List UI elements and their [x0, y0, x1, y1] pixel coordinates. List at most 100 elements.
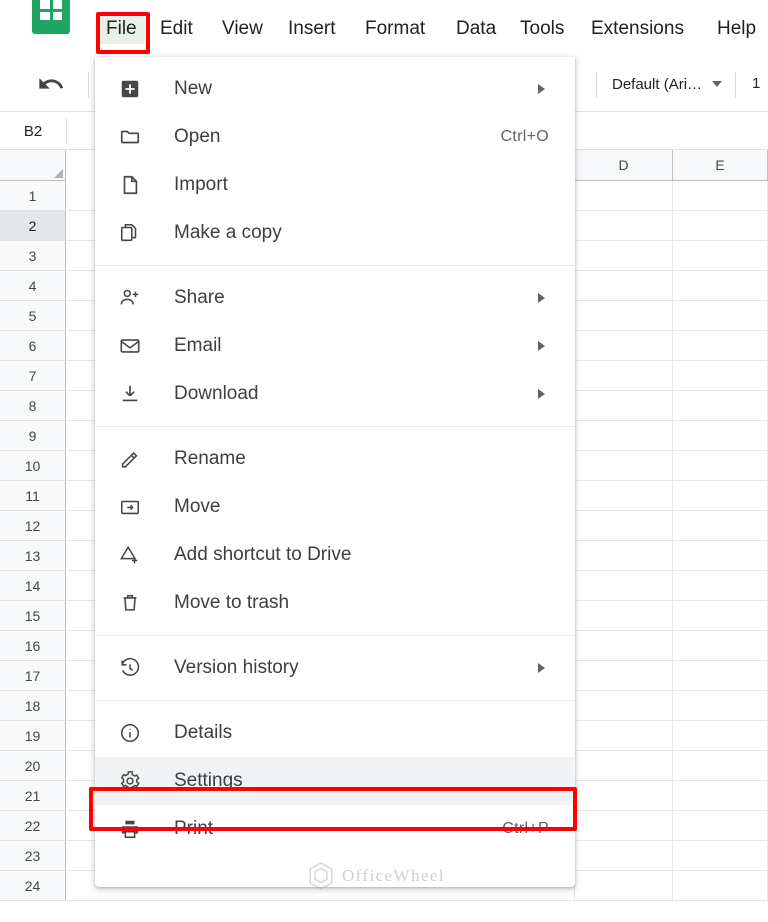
grid-cell[interactable]	[673, 541, 768, 571]
file-menu-item-open[interactable]: Open Ctrl+O	[95, 113, 575, 161]
grid-cell[interactable]	[673, 361, 768, 391]
select-all-corner[interactable]	[0, 150, 66, 181]
undo-icon[interactable]	[34, 70, 68, 98]
grid-cell[interactable]	[673, 511, 768, 541]
grid-cell[interactable]	[673, 631, 768, 661]
grid-cell[interactable]	[575, 361, 673, 391]
menu-view[interactable]: View	[214, 14, 271, 44]
grid-cell[interactable]	[575, 421, 673, 451]
grid-cell[interactable]	[575, 721, 673, 751]
row-header-19[interactable]: 19	[0, 721, 66, 751]
row-header-17[interactable]: 17	[0, 661, 66, 691]
grid-cell[interactable]	[575, 181, 673, 211]
menu-help[interactable]: Help	[709, 14, 764, 44]
grid-cell[interactable]	[673, 871, 768, 901]
column-header-E[interactable]: E	[673, 150, 768, 181]
grid-cell[interactable]	[575, 571, 673, 601]
file-menu-item-add-shortcut-to-drive[interactable]: Add shortcut to Drive	[95, 531, 575, 579]
grid-cell[interactable]	[673, 391, 768, 421]
grid-cell[interactable]	[575, 841, 673, 871]
row-header-12[interactable]: 12	[0, 511, 66, 541]
menu-extensions[interactable]: Extensions	[583, 14, 692, 44]
grid-cell[interactable]	[575, 691, 673, 721]
grid-cell[interactable]	[575, 511, 673, 541]
grid-cell[interactable]	[673, 181, 768, 211]
file-menu-item-version-history[interactable]: Version history	[95, 644, 575, 692]
row-header-9[interactable]: 9	[0, 421, 66, 451]
grid-cell[interactable]	[575, 481, 673, 511]
grid-cell[interactable]	[575, 331, 673, 361]
row-header-11[interactable]: 11	[0, 481, 66, 511]
row-header-2[interactable]: 2	[0, 211, 66, 241]
column-header-D[interactable]: D	[575, 150, 673, 181]
row-header-10[interactable]: 10	[0, 451, 66, 481]
file-menu-item-download[interactable]: Download	[95, 370, 575, 418]
menu-tools[interactable]: Tools	[512, 14, 572, 44]
file-menu-item-make-a-copy[interactable]: Make a copy	[95, 209, 575, 257]
grid-cell[interactable]	[575, 631, 673, 661]
grid-cell[interactable]	[673, 751, 768, 781]
grid-cell[interactable]	[673, 841, 768, 871]
menu-format[interactable]: Format	[357, 14, 433, 44]
grid-cell[interactable]	[673, 301, 768, 331]
grid-cell[interactable]	[575, 661, 673, 691]
font-family-selector[interactable]: Default (Ari…	[612, 70, 723, 98]
grid-cell[interactable]	[673, 601, 768, 631]
row-header-16[interactable]: 16	[0, 631, 66, 661]
row-header-23[interactable]: 23	[0, 841, 66, 871]
row-header-22[interactable]: 22	[0, 811, 66, 841]
grid-cell[interactable]	[673, 691, 768, 721]
grid-cell[interactable]	[575, 391, 673, 421]
font-size-input[interactable]: 1	[752, 70, 760, 98]
file-menu-item-details[interactable]: Details	[95, 709, 575, 757]
file-menu-item-new[interactable]: New	[95, 65, 575, 113]
row-header-8[interactable]: 8	[0, 391, 66, 421]
grid-cell[interactable]	[575, 301, 673, 331]
grid-cell[interactable]	[673, 661, 768, 691]
row-header-5[interactable]: 5	[0, 301, 66, 331]
sheets-logo-icon[interactable]	[32, 0, 70, 34]
file-menu-item-print[interactable]: Print Ctrl+P	[95, 805, 575, 853]
grid-cell[interactable]	[673, 451, 768, 481]
grid-cell[interactable]	[575, 541, 673, 571]
grid-cell[interactable]	[673, 721, 768, 751]
row-header-6[interactable]: 6	[0, 331, 66, 361]
grid-cell[interactable]	[673, 481, 768, 511]
grid-cell[interactable]	[575, 601, 673, 631]
grid-cell[interactable]	[673, 781, 768, 811]
row-header-14[interactable]: 14	[0, 571, 66, 601]
grid-cell[interactable]	[575, 271, 673, 301]
file-menu-item-settings[interactable]: Settings	[95, 757, 575, 805]
row-header-20[interactable]: 20	[0, 751, 66, 781]
grid-cell[interactable]	[575, 811, 673, 841]
row-header-21[interactable]: 21	[0, 781, 66, 811]
row-header-13[interactable]: 13	[0, 541, 66, 571]
grid-cell[interactable]	[575, 781, 673, 811]
grid-cell[interactable]	[673, 811, 768, 841]
menu-insert[interactable]: Insert	[280, 14, 344, 44]
grid-cell[interactable]	[673, 421, 768, 451]
file-menu-item-move-to-trash[interactable]: Move to trash	[95, 579, 575, 627]
menu-edit[interactable]: Edit	[152, 14, 201, 44]
file-menu-item-email[interactable]: Email	[95, 322, 575, 370]
file-menu-item-import[interactable]: Import	[95, 161, 575, 209]
grid-cell[interactable]	[575, 451, 673, 481]
grid-cell[interactable]	[575, 241, 673, 271]
file-menu-item-rename[interactable]: Rename	[95, 435, 575, 483]
row-header-4[interactable]: 4	[0, 271, 66, 301]
row-header-24[interactable]: 24	[0, 871, 66, 901]
grid-cell[interactable]	[673, 211, 768, 241]
row-header-1[interactable]: 1	[0, 181, 66, 211]
grid-cell[interactable]	[575, 871, 673, 901]
grid-cell[interactable]	[575, 751, 673, 781]
file-menu-item-move[interactable]: Move	[95, 483, 575, 531]
grid-cell[interactable]	[673, 271, 768, 301]
grid-cell[interactable]	[575, 211, 673, 241]
file-menu-popup[interactable]: New Open Ctrl+O Import Make a copy Share Email…	[95, 57, 575, 887]
grid-cell[interactable]	[673, 571, 768, 601]
row-header-18[interactable]: 18	[0, 691, 66, 721]
row-header-7[interactable]: 7	[0, 361, 66, 391]
file-menu-item-share[interactable]: Share	[95, 274, 575, 322]
grid-cell[interactable]	[673, 241, 768, 271]
row-header-3[interactable]: 3	[0, 241, 66, 271]
